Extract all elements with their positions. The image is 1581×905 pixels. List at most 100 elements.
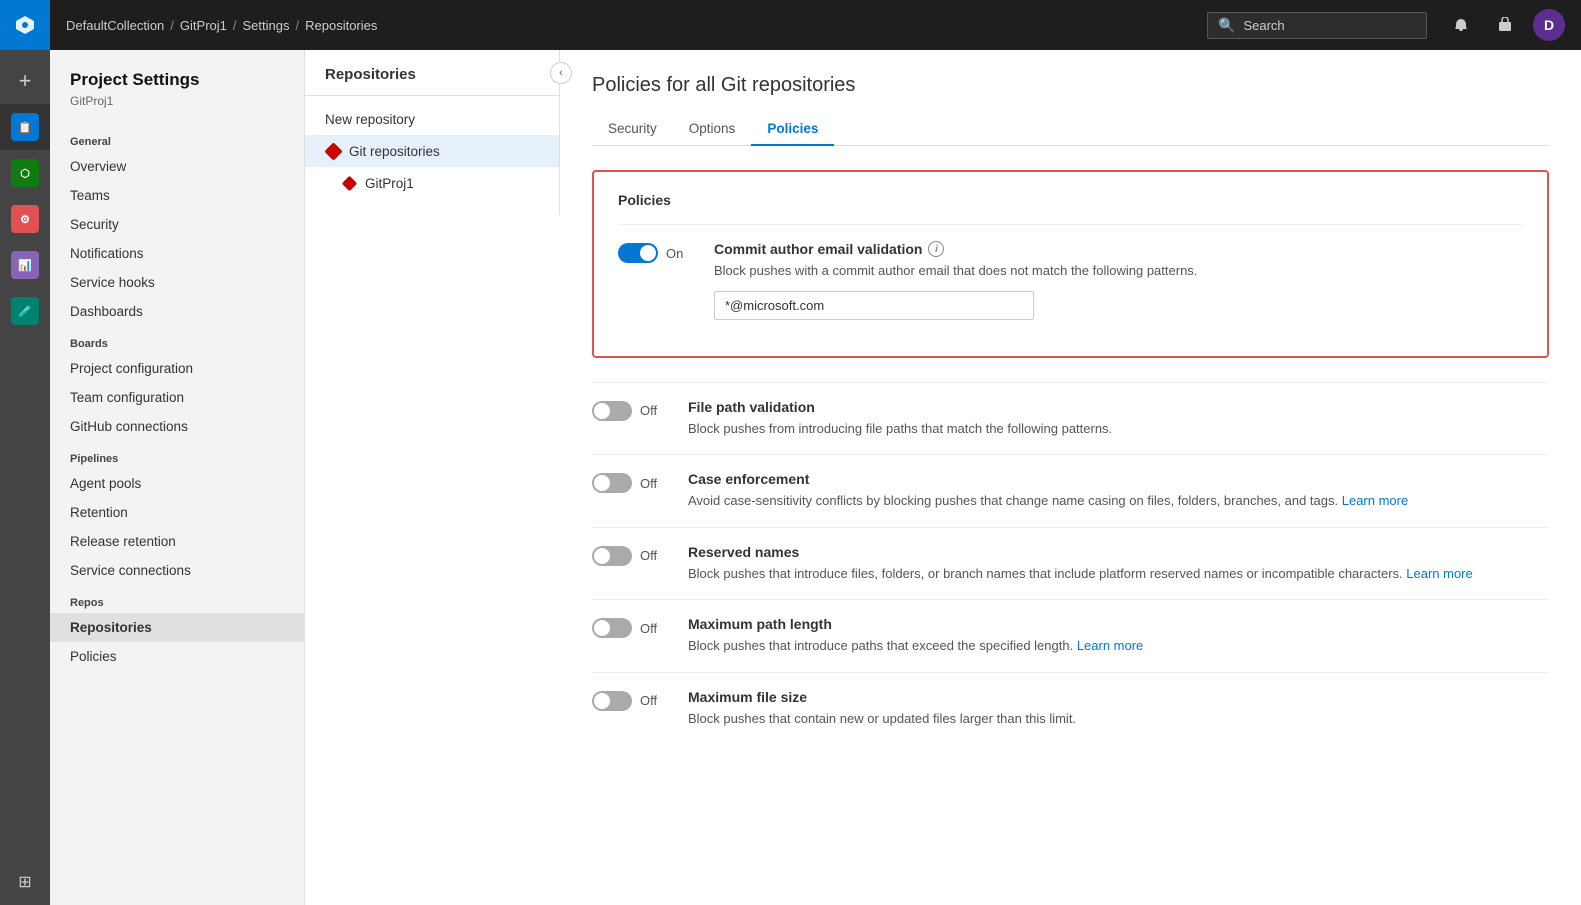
sidebar-item-policies[interactable]: Policies [50, 642, 304, 671]
breadcrumb-repositories[interactable]: Repositories [305, 18, 377, 33]
case-enforcement-learn-more[interactable]: Learn more [1342, 493, 1408, 508]
repos-icon[interactable]: ⬡ [0, 150, 50, 196]
file-path-description: Block pushes from introducing file paths… [688, 419, 1549, 439]
sidebar: Project Settings GitProj1 General Overvi… [50, 50, 305, 905]
file-path-info: File path validation Block pushes from i… [688, 399, 1549, 439]
gitproj1-icon [341, 175, 357, 191]
sidebar-item-release-retention[interactable]: Release retention [50, 527, 304, 556]
case-enforcement-title: Case enforcement [688, 471, 1549, 487]
git-repos-label: Git repositories [349, 144, 440, 159]
sidebar-item-service-connections[interactable]: Service connections [50, 556, 304, 585]
policy-row-max-path: Off Maximum path length Block pushes tha… [592, 599, 1549, 672]
basket-icon[interactable] [1489, 9, 1521, 41]
content-area: Policies for all Git repositories Securi… [560, 50, 1581, 905]
repos-gitproj1[interactable]: GitProj1 [305, 167, 559, 199]
sidebar-item-github-connections[interactable]: GitHub connections [50, 412, 304, 441]
sidebar-section-repos: Repos [50, 585, 304, 613]
commit-author-email-input[interactable] [714, 291, 1034, 320]
repos-git-repositories[interactable]: Git repositories [305, 135, 559, 167]
reserved-names-learn-more[interactable]: Learn more [1406, 566, 1472, 581]
max-path-toggle[interactable] [592, 618, 632, 638]
max-file-size-toggle[interactable] [592, 691, 632, 711]
sidebar-item-project-configuration[interactable]: Project configuration [50, 354, 304, 383]
max-path-toggle-group: Off [592, 616, 672, 638]
artifacts-icon[interactable]: 🧪 [0, 288, 50, 334]
sidebar-item-dashboards[interactable]: Dashboards [50, 297, 304, 326]
more-apps-icon[interactable]: ⊞ [0, 859, 50, 905]
policy-row-file-path: Off File path validation Block pushes fr… [592, 382, 1549, 455]
tab-policies[interactable]: Policies [751, 113, 834, 146]
repos-panel-wrapper: Repositories New repository Git reposito… [305, 50, 560, 905]
max-path-info: Maximum path length Block pushes that in… [688, 616, 1549, 656]
breadcrumb-settings[interactable]: Settings [243, 18, 290, 33]
pipelines-icon[interactable]: ⚙ [0, 196, 50, 242]
sidebar-item-security[interactable]: Security [50, 210, 304, 239]
toggle-knob [594, 403, 610, 419]
max-path-learn-more[interactable]: Learn more [1077, 638, 1143, 653]
toggle-knob [594, 475, 610, 491]
search-input[interactable] [1243, 18, 1403, 33]
collapse-panel-button[interactable]: ‹ [550, 62, 572, 84]
toggle-knob [594, 693, 610, 709]
sidebar-section-boards: Boards [50, 326, 304, 354]
sidebar-subtitle: GitProj1 [50, 94, 304, 124]
sidebar-item-service-hooks[interactable]: Service hooks [50, 268, 304, 297]
add-icon[interactable]: + [0, 58, 50, 104]
max-file-size-toggle-label: Off [640, 693, 657, 708]
reserved-names-toggle-label: Off [640, 548, 657, 563]
case-enforcement-description: Avoid case-sensitivity conflicts by bloc… [688, 491, 1549, 511]
breadcrumb-default-collection[interactable]: DefaultCollection [66, 18, 164, 33]
notifications-icon[interactable] [1445, 9, 1477, 41]
tab-bar: Security Options Policies [592, 113, 1549, 146]
sidebar-item-notifications[interactable]: Notifications [50, 239, 304, 268]
max-path-toggle-label: Off [640, 621, 657, 636]
breadcrumb-project[interactable]: GitProj1 [180, 18, 227, 33]
tab-options[interactable]: Options [673, 113, 752, 146]
tab-security[interactable]: Security [592, 113, 673, 146]
reserved-names-description: Block pushes that introduce files, folde… [688, 564, 1549, 584]
commit-author-title: Commit author email validation i [714, 241, 1523, 257]
toggle-knob [640, 245, 656, 261]
policy-row-case-enforcement: Off Case enforcement Avoid case-sensitiv… [592, 454, 1549, 527]
sidebar-item-teams[interactable]: Teams [50, 181, 304, 210]
case-enforcement-toggle[interactable] [592, 473, 632, 493]
policies-box-title: Policies [618, 192, 1523, 208]
reserved-names-toggle[interactable] [592, 546, 632, 566]
breadcrumb: DefaultCollection / GitProj1 / Settings … [66, 18, 377, 33]
policy-row-commit-author-email: On Commit author email validation i Bloc… [618, 224, 1523, 336]
reserved-names-toggle-group: Off [592, 544, 672, 566]
repos-new-repository[interactable]: New repository [305, 104, 559, 135]
policies-box: Policies On Commit author email validati… [592, 170, 1549, 358]
app-logo[interactable] [0, 0, 50, 50]
commit-author-description: Block pushes with a commit author email … [714, 261, 1523, 281]
toggle-knob [594, 548, 610, 564]
toggle-knob [594, 620, 610, 636]
commit-author-toggle-group: On [618, 241, 698, 263]
commit-author-info: Commit author email validation i Block p… [714, 241, 1523, 320]
new-repo-label: New repository [325, 112, 415, 127]
repos-panel-title: Repositories [305, 66, 559, 95]
max-file-size-description: Block pushes that contain new or updated… [688, 709, 1549, 729]
file-path-toggle[interactable] [592, 401, 632, 421]
sidebar-item-retention[interactable]: Retention [50, 498, 304, 527]
sidebar-item-overview[interactable]: Overview [50, 152, 304, 181]
testplans-icon[interactable]: 📊 [0, 242, 50, 288]
policy-row-max-file-size: Off Maximum file size Block pushes that … [592, 672, 1549, 745]
sidebar-item-repositories[interactable]: Repositories [50, 613, 304, 642]
reserved-names-info: Reserved names Block pushes that introdu… [688, 544, 1549, 584]
main-layout: Project Settings GitProj1 General Overvi… [50, 50, 1581, 905]
sidebar-item-agent-pools[interactable]: Agent pools [50, 469, 304, 498]
git-repos-icon [325, 143, 341, 159]
reserved-names-title: Reserved names [688, 544, 1549, 560]
max-file-size-info: Maximum file size Block pushes that cont… [688, 689, 1549, 729]
commit-author-toggle[interactable] [618, 243, 658, 263]
commit-author-info-icon[interactable]: i [928, 241, 944, 257]
sidebar-item-team-configuration[interactable]: Team configuration [50, 383, 304, 412]
sidebar-title: Project Settings [50, 70, 304, 94]
case-enforcement-toggle-group: Off [592, 471, 672, 493]
repos-panel-divider [305, 95, 559, 96]
file-path-toggle-label: Off [640, 403, 657, 418]
boards-icon[interactable]: 📋 [0, 104, 50, 150]
avatar[interactable]: D [1533, 9, 1565, 41]
search-box: 🔍 [1207, 12, 1427, 39]
